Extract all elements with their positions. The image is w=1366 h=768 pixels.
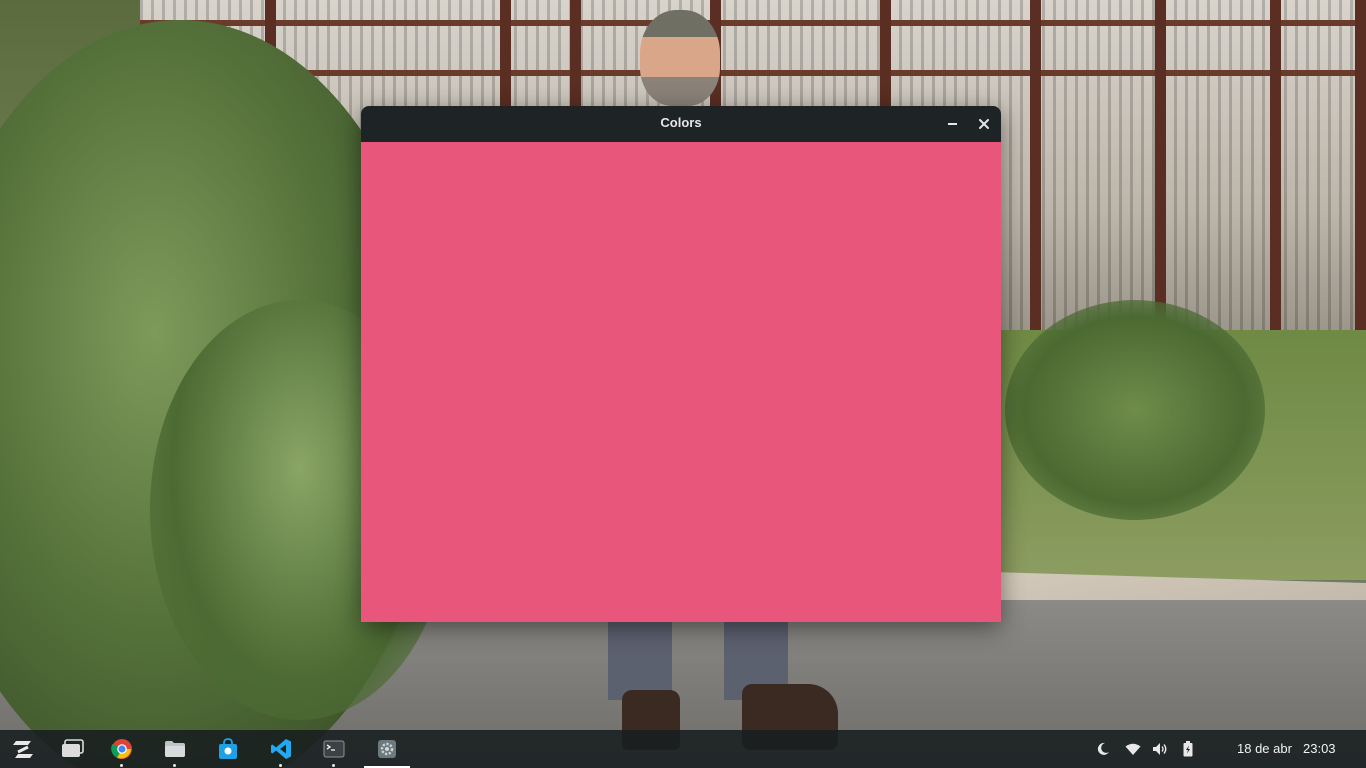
running-indicator	[120, 764, 123, 767]
power-button[interactable]	[1178, 739, 1198, 759]
folder-icon	[165, 741, 185, 757]
taskbar: 18 de abr 23:03	[0, 730, 1366, 768]
network-button[interactable]	[1123, 739, 1143, 759]
night-light-icon	[1097, 742, 1109, 755]
chrome-button[interactable]	[99, 730, 145, 768]
wallpaper-bush	[1005, 300, 1265, 520]
vscode-button[interactable]	[258, 730, 304, 768]
chrome-icon	[111, 739, 132, 759]
zorin-menu-icon	[13, 741, 33, 758]
colors-app-button[interactable]	[364, 730, 410, 768]
wifi-icon	[1125, 743, 1141, 755]
vscode-icon	[271, 739, 291, 759]
wallpaper-person-head	[640, 10, 720, 106]
fence-rail	[140, 70, 1366, 76]
workspace-switcher-button[interactable]	[50, 730, 96, 768]
color-canvas[interactable]	[361, 142, 1001, 622]
running-indicator	[332, 764, 335, 767]
volume-icon	[1153, 743, 1167, 755]
files-button[interactable]	[152, 730, 198, 768]
gear-icon	[378, 740, 396, 758]
minimize-button[interactable]	[941, 113, 963, 135]
store-bag-icon	[219, 738, 237, 759]
close-icon	[979, 119, 989, 129]
fence-post	[1270, 0, 1281, 380]
running-indicator	[173, 764, 176, 767]
terminal-button[interactable]	[311, 730, 357, 768]
battery-icon	[1183, 741, 1193, 757]
fence-post	[1355, 0, 1366, 380]
wallpaper-person-leg	[608, 620, 672, 700]
window-titlebar[interactable]: Colors	[361, 106, 1001, 142]
windows-icon	[62, 739, 84, 757]
running-indicator	[279, 764, 282, 767]
fence-post	[1030, 0, 1041, 380]
minimize-icon	[947, 123, 957, 125]
software-store-button[interactable]	[205, 730, 251, 768]
close-button[interactable]	[973, 113, 995, 135]
clock-date[interactable]: 18 de abr	[1237, 730, 1292, 768]
night-light-button[interactable]	[1093, 739, 1113, 759]
colors-window: Colors	[361, 106, 1001, 622]
terminal-icon	[323, 740, 345, 758]
window-title: Colors	[660, 115, 702, 130]
clock-time[interactable]: 23:03	[1303, 730, 1336, 768]
fence-rail	[140, 20, 1366, 26]
zorin-menu-button[interactable]	[0, 730, 46, 768]
volume-button[interactable]	[1150, 739, 1170, 759]
